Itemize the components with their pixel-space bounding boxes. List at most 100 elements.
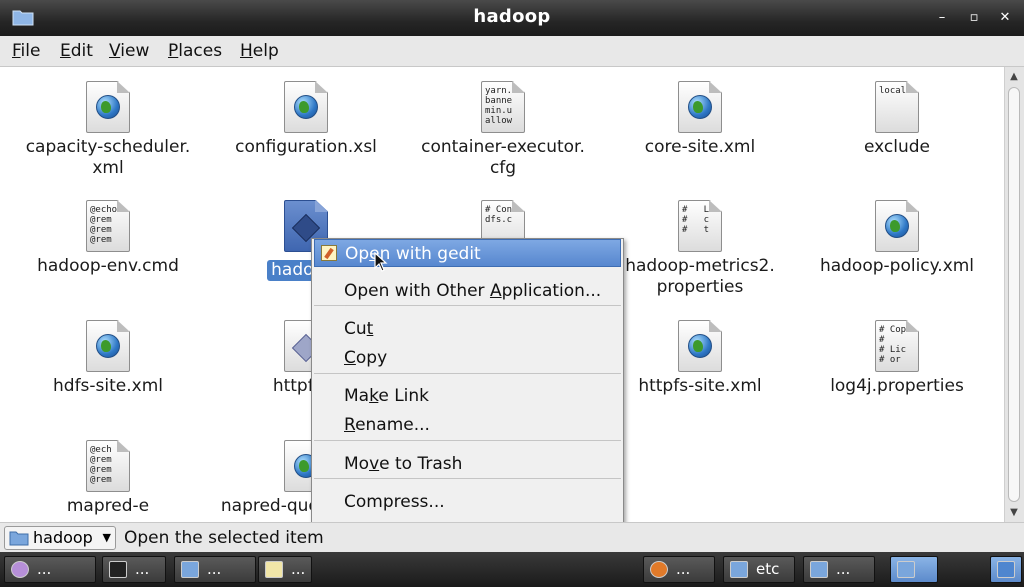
file-name: log4j.properties xyxy=(830,376,964,396)
menu-item-label: Rename... xyxy=(344,415,430,435)
taskbar-label: ... xyxy=(37,560,52,578)
status-bar: hadoop ▼ Open the selected item xyxy=(0,522,1024,553)
workspace-icon xyxy=(997,561,1015,578)
file-item[interactable]: @ech @rem @rem @rem mapred-e xyxy=(13,440,203,517)
file-item[interactable]: hdfs-site.xml xyxy=(13,320,203,397)
taskbar-button[interactable] xyxy=(890,556,938,583)
file-item[interactable]: httpfs-site.xml xyxy=(605,320,795,397)
taskbar-button[interactable]: ... xyxy=(643,556,715,583)
menu-move-to-trash[interactable]: Move to Trash xyxy=(314,450,621,478)
file-item[interactable]: core-site.xml xyxy=(605,81,795,158)
globe-file-icon xyxy=(284,81,328,133)
location-dropdown[interactable]: hadoop ▼ xyxy=(4,526,116,550)
file-item[interactable]: # L # c # t hadoop-metrics2. properties xyxy=(605,200,795,298)
terminal-icon xyxy=(109,561,127,578)
menu-item-label: Move to Trash xyxy=(344,454,463,474)
text-file-icon: @echo @rem @rem @rem xyxy=(86,200,130,252)
file-name: hadoop-policy.xml xyxy=(819,256,975,276)
menu-file[interactable]: File xyxy=(12,41,40,61)
menu-open-with-gedit[interactable]: Open with gedit xyxy=(314,239,621,267)
menu-separator xyxy=(314,373,621,374)
menu-view[interactable]: View xyxy=(109,41,149,61)
file-item[interactable]: yarn. banne min.u allow container-executo… xyxy=(408,81,598,179)
firefox-icon xyxy=(650,561,668,578)
globe-file-icon xyxy=(86,320,130,372)
folder-icon xyxy=(730,561,748,578)
menu-item-label: Cut xyxy=(344,319,374,339)
close-button[interactable]: ✕ xyxy=(995,8,1015,28)
menu-item-label: Copy xyxy=(344,348,388,368)
file-preview-text: # Con dfs.c xyxy=(485,205,513,225)
folder-icon xyxy=(810,561,828,578)
taskbar-button[interactable]: ... xyxy=(4,556,96,583)
status-text: Open the selected item xyxy=(124,528,324,548)
file-item[interactable]: configuration.xsl xyxy=(211,81,401,158)
taskbar-button[interactable]: ... xyxy=(258,556,312,583)
menu-help[interactable]: Help xyxy=(240,41,279,61)
globe-file-icon xyxy=(875,200,919,252)
globe-file-icon xyxy=(678,320,722,372)
text-file-icon: local xyxy=(875,81,919,133)
file-item[interactable]: @echo @rem @rem @rem hadoop-env.cmd xyxy=(13,200,203,277)
menu-edit[interactable]: Edit xyxy=(60,41,93,61)
scroll-down-icon[interactable]: ▼ xyxy=(1008,507,1020,519)
taskbar-label: ... xyxy=(291,560,306,578)
file-name: container-executor. cfg xyxy=(421,137,585,178)
taskbar: ............... etc... xyxy=(0,552,1024,587)
file-preview-text: # L # c # t xyxy=(682,205,710,235)
file-name: mapred-e xyxy=(66,496,150,516)
file-item[interactable]: # Cop # # Lic # or log4j.properties xyxy=(802,320,992,397)
menu-item-label: Compress... xyxy=(344,492,445,512)
menu-item-label: Make Link xyxy=(344,386,430,406)
file-preview-text: yarn. banne min.u allow xyxy=(485,86,513,126)
file-item[interactable]: capacity-scheduler. xml xyxy=(13,81,203,179)
file-name: hdfs-site.xml xyxy=(53,376,163,396)
file-name: configuration.xsl xyxy=(235,137,377,157)
text-editor-icon xyxy=(321,245,337,261)
location-value: hadoop xyxy=(33,528,93,547)
taskbar-button[interactable]: ... xyxy=(803,556,875,583)
text-file-icon: # Cop # # Lic # or xyxy=(875,320,919,372)
menu-bar: File Edit View Places Help xyxy=(0,36,1024,67)
file-item[interactable]: hadoop-policy.xml xyxy=(802,200,992,277)
scroll-up-icon[interactable]: ▲ xyxy=(1008,71,1020,83)
menu-item-label: Open with Other Application... xyxy=(344,281,602,301)
file-item[interactable]: local exclude xyxy=(802,81,992,158)
file-preview-text: @ech @rem @rem @rem xyxy=(90,445,112,485)
file-manager-window: hadoop – ▫ ✕ File Edit View Places Help … xyxy=(0,0,1024,587)
maximize-button[interactable]: ▫ xyxy=(964,8,984,28)
menu-separator xyxy=(314,440,621,441)
menu-compress[interactable]: Compress... xyxy=(314,488,621,516)
file-name: hadoop-env.cmd xyxy=(37,256,179,276)
taskbar-label: ... xyxy=(135,560,150,578)
menu-open-with-other[interactable]: Open with Other Application... xyxy=(314,277,621,305)
taskbar-button[interactable]: etc xyxy=(723,556,795,583)
file-preview-text: local xyxy=(879,86,907,96)
menu-item-label: Open with gedit xyxy=(345,244,481,264)
globe-file-icon xyxy=(678,81,722,133)
file-preview-text: # Cop # # Lic # or xyxy=(879,325,907,365)
text-file-icon: # L # c # t xyxy=(678,200,722,252)
title-bar[interactable]: hadoop – ▫ ✕ xyxy=(0,0,1024,36)
menu-make-link[interactable]: Make Link xyxy=(314,382,621,410)
scrollbar-thumb[interactable] xyxy=(1008,87,1020,502)
taskbar-button[interactable]: ... xyxy=(102,556,166,583)
disc-icon xyxy=(11,561,29,578)
menu-cut[interactable]: Cut xyxy=(314,315,621,343)
taskbar-button[interactable] xyxy=(990,556,1022,583)
taskbar-button[interactable]: ... xyxy=(174,556,256,583)
file-name: exclude xyxy=(863,137,931,157)
vertical-scrollbar[interactable]: ▲ ▼ xyxy=(1004,67,1024,522)
taskbar-label: ... xyxy=(207,560,222,578)
menu-rename[interactable]: Rename... xyxy=(314,411,621,439)
menu-places[interactable]: Places xyxy=(168,41,222,61)
taskbar-label: ... xyxy=(836,560,851,578)
minimize-button[interactable]: – xyxy=(932,8,952,28)
file-name: hadoop-metrics2. properties xyxy=(625,256,775,297)
menu-separator xyxy=(314,478,621,479)
folder-icon xyxy=(897,561,915,578)
mouse-cursor-icon xyxy=(374,252,388,272)
taskbar-label: etc xyxy=(756,560,780,578)
menu-copy[interactable]: Copy xyxy=(314,344,621,372)
globe-file-icon xyxy=(86,81,130,133)
